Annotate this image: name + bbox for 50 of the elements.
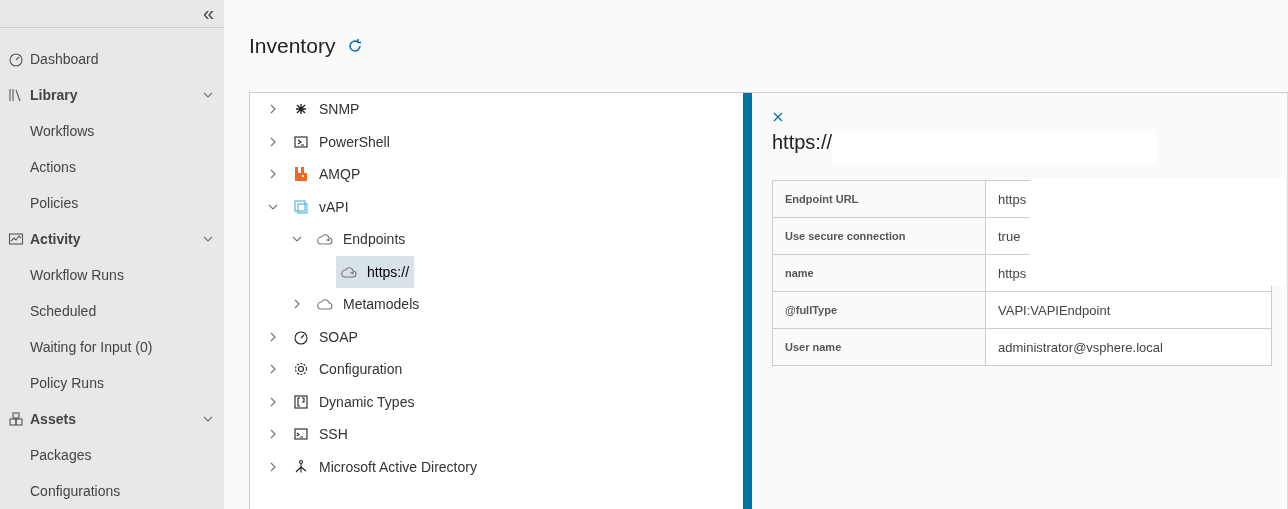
nav-item[interactable]: Policies xyxy=(0,185,224,221)
nav-item[interactable]: Configurations xyxy=(0,473,224,509)
nav-item[interactable]: Policy Runs xyxy=(0,365,224,401)
tree-node[interactable]: Dynamic Types xyxy=(288,385,420,418)
property-name: Use secure connection xyxy=(772,217,986,255)
nav-item[interactable]: Dashboard xyxy=(0,41,224,77)
amqp-icon xyxy=(293,166,309,183)
property-name: @fullType xyxy=(772,291,986,329)
bracket-box-icon xyxy=(293,393,309,410)
tree-node[interactable]: Endpoints xyxy=(312,223,411,256)
terminal-icon xyxy=(293,133,309,150)
nav-item[interactable]: Workflows xyxy=(0,113,224,149)
nav-item[interactable]: Waiting for Input (0) xyxy=(0,329,224,365)
tree-node[interactable]: SSH xyxy=(288,418,353,451)
nav-item[interactable]: Scheduled xyxy=(0,293,224,329)
nav-group[interactable]: Activity xyxy=(0,221,224,257)
property-name: Endpoint URL xyxy=(772,180,986,218)
stacked-squares-icon xyxy=(293,198,309,215)
hierarchy-icon xyxy=(293,458,309,475)
books-icon xyxy=(8,87,24,103)
property-value: VAPI:VAPIEndpoint xyxy=(985,291,1272,329)
tree-node[interactable]: SOAP xyxy=(288,320,363,353)
property-name: User name xyxy=(772,328,986,366)
gauge-icon xyxy=(293,328,309,345)
nav-item[interactable]: Packages xyxy=(0,437,224,473)
nav-item[interactable]: Workflow Runs xyxy=(0,257,224,293)
page-title: Inventory xyxy=(249,34,336,58)
terminal-icon xyxy=(293,426,309,443)
boxes-icon xyxy=(8,411,24,427)
nav-group[interactable]: Assets xyxy=(0,401,224,437)
detail-title: https:// xyxy=(772,131,833,155)
tree-node[interactable]: https:// xyxy=(336,255,415,288)
tree-node[interactable]: AMQP xyxy=(288,158,366,191)
collapse-button[interactable]: « xyxy=(202,2,214,25)
tree-node[interactable]: Microsoft Active Directory xyxy=(288,450,482,483)
tree-node[interactable]: SNMP xyxy=(288,93,365,126)
nav-item[interactable]: Actions xyxy=(0,149,224,185)
property-value: administrator@vsphere.local xyxy=(985,328,1272,366)
cloud-icon xyxy=(317,296,333,313)
property-name: name xyxy=(772,254,986,292)
tree-node[interactable]: PowerShell xyxy=(288,125,395,158)
tree-node[interactable]: vAPI xyxy=(288,190,354,223)
gauge-icon xyxy=(8,51,24,67)
settings-icon xyxy=(293,361,309,378)
nav-group[interactable]: Library xyxy=(0,77,224,113)
tree-node[interactable]: Metamodels xyxy=(312,288,425,321)
line-chart-icon xyxy=(8,231,24,247)
tree-node[interactable]: Configuration xyxy=(288,353,408,386)
cloud-sync-icon xyxy=(317,231,333,248)
refresh-icon[interactable] xyxy=(347,38,364,54)
